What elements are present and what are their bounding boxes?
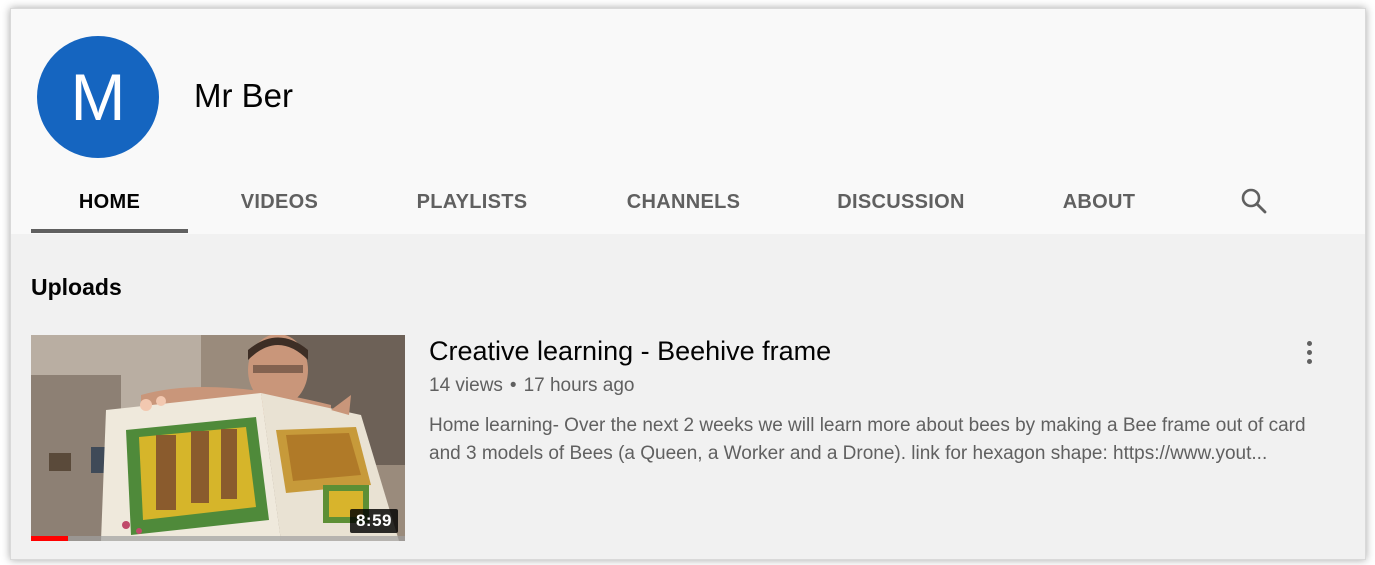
menu-dot	[1306, 358, 1312, 364]
tab-about[interactable]: ABOUT	[1008, 171, 1190, 233]
channel-header: M Mr Ber HOME VIDEOS PLAYLISTS CHANNELS …	[11, 9, 1365, 234]
watch-progress-fill	[31, 536, 69, 541]
channel-avatar[interactable]: M	[37, 36, 159, 158]
video-duration: 8:59	[349, 509, 398, 533]
video-title[interactable]: Creative learning - Beehive frame	[429, 336, 831, 367]
youtube-channel-page: M Mr Ber HOME VIDEOS PLAYLISTS CHANNELS …	[10, 8, 1366, 560]
avatar-letter: M	[70, 60, 126, 134]
tab-videos[interactable]: VIDEOS	[188, 171, 371, 233]
thumbnail-image	[31, 335, 405, 541]
video-description[interactable]: Home learning- Over the next 2 weeks we …	[429, 412, 1339, 468]
menu-dot	[1306, 349, 1312, 355]
tab-playlists[interactable]: PLAYLISTS	[371, 171, 573, 233]
video-thumbnail[interactable]: 8:59	[31, 335, 405, 541]
video-age: 17 hours ago	[523, 375, 635, 396]
channel-tabs: HOME VIDEOS PLAYLISTS CHANNELS DISCUSSIO…	[31, 171, 1190, 233]
uploads-heading[interactable]: Uploads	[31, 274, 122, 301]
tab-channels[interactable]: CHANNELS	[573, 171, 794, 233]
uploads-section: Uploads 8:59 Creative learning - Beehive…	[11, 234, 1365, 559]
video-meta: 14 views • 17 hours ago	[429, 375, 635, 397]
meta-separator: •	[509, 375, 517, 396]
tab-home[interactable]: HOME	[31, 171, 188, 233]
watch-progress-track	[31, 536, 405, 541]
channel-name: Mr Ber	[194, 77, 293, 114]
more-vert-icon[interactable]	[1295, 334, 1323, 370]
video-views: 14 views	[429, 375, 503, 396]
menu-dot	[1306, 340, 1312, 346]
tab-discussion[interactable]: DISCUSSION	[794, 171, 1008, 233]
search-icon[interactable]	[1236, 183, 1272, 219]
